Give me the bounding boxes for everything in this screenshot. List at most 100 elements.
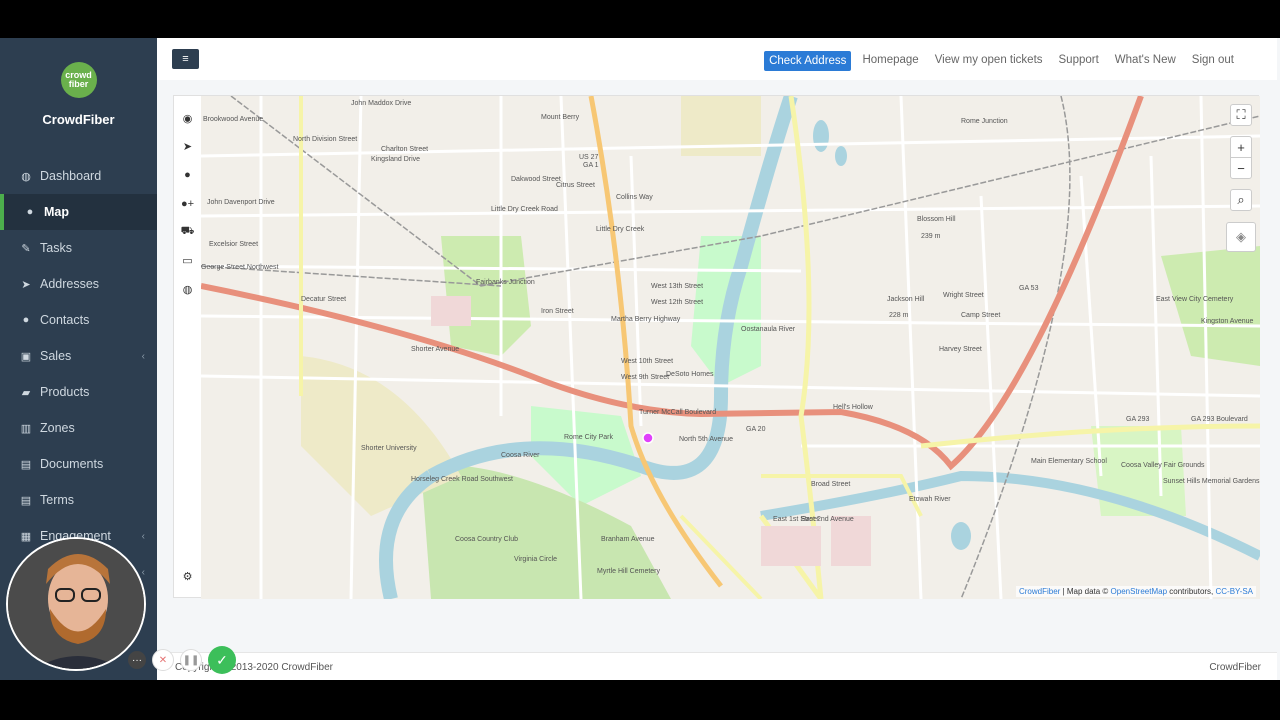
pause-recording-button[interactable]: ❚❚ [180,649,202,671]
lake [835,146,847,166]
location-arrow-icon[interactable]: ➤ [174,133,201,162]
chevron-left-icon: ‹ [141,350,145,362]
map-label: DeSoto Homes [666,371,714,378]
sidebar-item-label: Tasks [40,241,72,255]
map-label: 228 m [889,312,909,319]
map-panel: ◉ ➤ ● ●+ ⛟ ▭ ◍ ⚙ John Maddox Drive Mount… [173,95,1260,599]
more-options-button[interactable]: ··· [128,651,146,669]
nav-link-sign-out[interactable]: Sign out [1187,51,1239,71]
sidebar-item-terms[interactable]: ▤ Terms [0,482,157,518]
map-label: Coosa River [501,452,540,459]
file-text-icon: ▤ [20,494,32,507]
map-label: North 5th Avenue [679,436,733,443]
cart-icon[interactable]: ⛟ [174,218,201,247]
map-label: Citrus Street [556,182,595,189]
map-label: Rome Junction [961,118,1008,125]
dashboard-icon: ◍ [21,170,31,183]
map-label: Dakwood Street [511,176,561,183]
map-label: Kingsland Drive [371,156,421,163]
cancel-recording-button[interactable]: ✕ [152,649,174,671]
sidebar-item-label: Sales [40,349,72,363]
shopping-bag-icon: ▰ [21,386,31,399]
brand[interactable]: crowd fiber CrowdFiber [0,38,157,158]
user-icon[interactable]: ● [174,161,201,190]
layers-icon[interactable]: ◈ [1226,222,1256,252]
map-label: Excelsior Street [209,241,259,248]
sidebar-item-label: Documents [40,457,104,471]
nav-link-check-address[interactable]: Check Address [764,51,852,71]
chevron-left-icon: ‹ [141,566,145,578]
map-label: Mount Berry [541,114,580,121]
map-label: North Division Street [293,136,358,143]
sidebar-item-zones[interactable]: ▥ Zones [0,410,157,446]
footer: Copyright © 2013-2020 CrowdFiber CrowdFi… [157,652,1277,680]
map-label: Blossom Hill [917,216,956,223]
map-label: Collins Way [616,194,653,201]
map-label: Virginia Circle [514,556,558,563]
map-icon: ▥ [20,422,32,435]
map-label: Myrtle Hill Cemetery [597,568,661,575]
map-label: Brookwood Avenue [203,116,264,123]
nav-link-view-my-open-tickets[interactable]: View my open tickets [930,51,1048,71]
add-user-icon[interactable]: ●+ [174,190,201,219]
map-label: Little Dry Creek Road [491,206,558,213]
location-marker [642,432,654,444]
map-label: 239 m [921,233,941,240]
map-label: Turner McCall Boulevard [639,409,717,416]
map-label: East 2nd Avenue [801,516,854,523]
map-label: Martha Berry Highway [611,316,681,323]
sidebar-item-map[interactable]: ● Map [0,194,157,230]
id-card-icon[interactable]: ▭ [174,247,201,276]
map-canvas[interactable]: John Maddox Drive Mount Berry Rome Junctio… [201,96,1260,599]
map-label: GA 293 [1126,416,1150,423]
nav-link-homepage[interactable]: Homepage [857,51,923,71]
map-label: Jackson Hill [887,296,925,303]
sidebar-item-tasks[interactable]: ✎ Tasks [0,230,157,266]
crowdfiber-link[interactable]: CrowdFiber [1019,587,1060,596]
fullscreen-button[interactable]: ⛶ [1230,104,1252,126]
menu-toggle-button[interactable]: ≡ [172,49,199,69]
money-icon: ▣ [20,350,32,363]
sidebar-item-addresses[interactable]: ➤ Addresses [0,266,157,302]
map-label: Sunset Hills Memorial Gardens Cemetery [1163,478,1260,485]
app-frame: crowd fiber CrowdFiber ◍ Dashboard ● Map ✎ Ta… [0,38,1280,680]
location-arrow-icon: ➤ [21,278,31,291]
openstreetmap-link[interactable]: OpenStreetMap [1111,587,1167,596]
nav-link-support[interactable]: Support [1054,51,1104,71]
golf-course-area [421,464,671,599]
map-label: Little Dry Creek [596,226,645,233]
map-label: Oostanaula River [741,326,796,333]
map-label: GA 53 [1019,285,1039,292]
recording-controls: ··· ✕ ❚❚ ✓ [128,646,236,674]
map-tiles [201,96,1260,599]
sidebar-item-label: Terms [40,493,75,507]
zoom-out-button[interactable]: − [1230,157,1252,179]
map-label: GA 1 [583,162,599,169]
globe-icon[interactable]: ◉ [174,104,201,133]
zoom-in-button[interactable]: + [1230,136,1252,158]
sidebar-item-products[interactable]: ▰ Products [0,374,157,410]
webcam-overlay [6,537,146,671]
sidebar-item-contacts[interactable]: ● Contacts [0,302,157,338]
settings-icon[interactable]: ⚙ [174,562,201,591]
map-label: George Street Northwest [201,264,279,271]
nav-link-what-s-new[interactable]: What's New [1110,51,1181,71]
sidebar-item-documents[interactable]: ▤ Documents [0,446,157,482]
sidebar-nav: ◍ Dashboard ● Map ✎ Tasks ➤ Addresses ● Contacts ▣… [0,158,157,590]
map-label: Rome City Park [564,434,614,441]
finish-recording-button[interactable]: ✓ [208,646,236,674]
map-label: Horseleg Creek Road Southwest [411,476,513,483]
cemetery-area [1161,246,1260,366]
search-icon[interactable]: ⌕ [1230,189,1252,211]
sidebar-item-sales[interactable]: ▣ Sales ‹ [0,338,157,374]
lake [813,120,829,152]
sidebar-item-label: Addresses [40,277,100,291]
dashboard-icon[interactable]: ◍ [174,275,201,304]
license-link[interactable]: CC-BY-SA [1216,587,1254,596]
map-label: West 12th Street [651,299,704,306]
map-label: John Maddox Drive [351,100,412,107]
sidebar-item-dashboard[interactable]: ◍ Dashboard [0,158,157,194]
map-label: GA 20 [746,426,766,433]
sidebar-item-label: Products [40,385,90,399]
file-icon: ▤ [20,458,32,471]
